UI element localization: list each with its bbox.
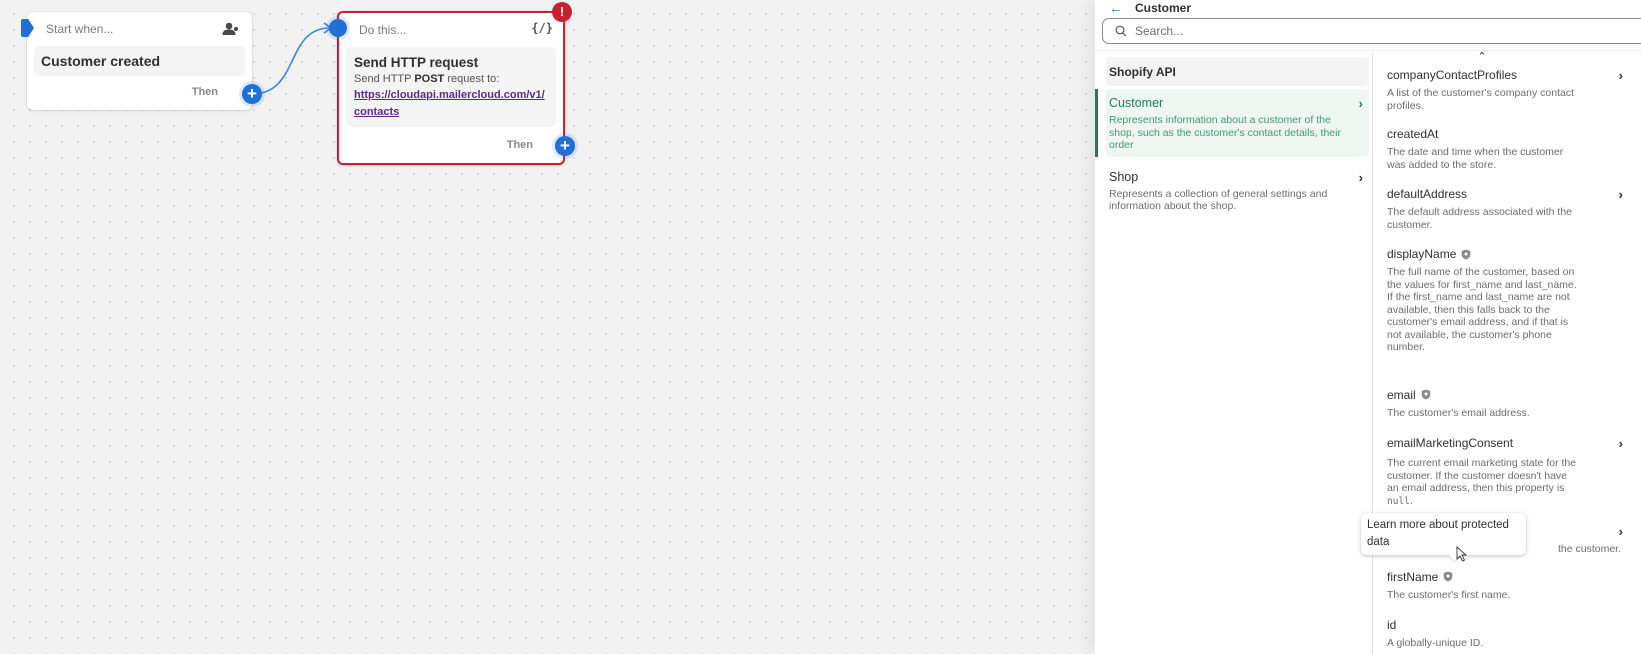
back-arrow-icon[interactable]: ← <box>1109 0 1131 16</box>
field-item[interactable]: createdAt The date and time when the cus… <box>1373 127 1641 171</box>
trigger-add-step-button[interactable]: + <box>242 84 262 104</box>
protected-shield-icon[interactable] <box>1443 571 1453 582</box>
protected-shield-icon[interactable] <box>1421 389 1431 400</box>
search-field[interactable] <box>1102 18 1641 44</box>
field-description: The default address associated with the … <box>1387 206 1573 231</box>
field-description: A list of the customer's company contact… <box>1387 87 1575 112</box>
field-item[interactable]: defaultAddress › The default address ass… <box>1373 187 1641 231</box>
field-name: displayName <box>1387 247 1457 261</box>
trigger-node[interactable]: Start when... Customer created Then <box>27 12 252 110</box>
field-description: The current email marketing state for th… <box>1387 457 1577 507</box>
action-add-step-button[interactable]: + <box>555 136 575 156</box>
action-node[interactable]: Do this... {/} Send HTTP request Send HT… <box>337 11 565 165</box>
object-list: Shopify API Customer Represents informat… <box>1095 51 1373 654</box>
code-braces-icon: {/} <box>531 21 553 35</box>
object-description: Represents a collection of general setti… <box>1109 187 1328 213</box>
object-item-shop[interactable]: Shop Represents a collection of general … <box>1106 163 1369 218</box>
object-name: Shop <box>1109 169 1139 184</box>
field-name: id <box>1387 618 1397 632</box>
trigger-title: Customer created <box>34 46 245 76</box>
object-item-customer[interactable]: Customer Represents information about a … <box>1095 89 1369 157</box>
protected-data-tooltip[interactable]: Learn more about protected data <box>1361 513 1526 555</box>
data-picker-panel: ← Customer Shopify API Customer Represen… <box>1095 0 1641 654</box>
panel-title: Customer <box>1135 1 1192 15</box>
search-icon <box>1115 25 1127 37</box>
field-description: The full name of the customer, based on … <box>1387 266 1577 353</box>
field-name: createdAt <box>1387 127 1439 141</box>
field-name: companyContactProfiles <box>1387 68 1518 82</box>
chevron-right-icon: › <box>1358 169 1363 185</box>
scroll-up-chevron-icon[interactable]: ⌃ <box>1373 51 1591 63</box>
chevron-right-icon: › <box>1358 96 1363 111</box>
http-method: POST <box>414 73 445 85</box>
trigger-then-label: Then <box>191 86 218 98</box>
action-then-label: Then <box>506 139 533 151</box>
error-badge[interactable]: ! <box>552 2 572 22</box>
field-name: defaultAddress <box>1387 187 1468 201</box>
search-input[interactable] <box>1135 24 1615 38</box>
action-header-label: Do this... <box>359 23 407 37</box>
api-header: Shopify API <box>1106 57 1369 86</box>
action-input-connector[interactable] <box>329 19 347 37</box>
field-item[interactable]: firstName The customer's first name. <box>1373 570 1641 602</box>
action-subtitle: Send HTTP POST request to: <box>354 73 500 85</box>
field-description: The customer's first name. <box>1387 588 1511 601</box>
chevron-right-icon: › <box>1618 187 1623 202</box>
field-item[interactable]: emailMarketingConsent › The current emai… <box>1373 436 1641 508</box>
customer-icon <box>222 22 238 35</box>
field-description: The customer's email address. <box>1387 406 1530 419</box>
field-description: A globally-unique ID. <box>1387 637 1484 649</box>
field-name: emailMarketingConsent <box>1387 436 1514 450</box>
object-name: Customer <box>1109 96 1164 110</box>
chevron-right-icon: › <box>1618 524 1623 539</box>
field-item[interactable]: email The customer's email address. <box>1373 388 1641 420</box>
field-name: email <box>1387 387 1416 402</box>
chevron-right-icon: › <box>1618 68 1623 83</box>
mouse-cursor-icon <box>1456 546 1468 562</box>
object-description: Represents information about a customer … <box>1109 114 1341 151</box>
field-name: firstName <box>1387 569 1439 584</box>
field-list[interactable]: ⌃ companyContactProfiles › A list of the… <box>1373 51 1641 654</box>
protected-shield-icon[interactable] <box>1461 249 1471 260</box>
field-description: The date and time when the customer was … <box>1387 146 1564 171</box>
action-title: Send HTTP request <box>354 55 479 70</box>
field-item[interactable]: displayName The full name of the custome… <box>1373 247 1641 354</box>
field-item[interactable]: companyContactProfiles › A list of the c… <box>1373 68 1641 112</box>
action-url-link[interactable]: https://cloudapi.mailercloud.com/v1/cont… <box>354 87 548 121</box>
chevron-right-icon: › <box>1618 436 1623 451</box>
field-item[interactable]: id A globally-unique ID. <box>1373 618 1641 650</box>
trigger-header-label: Start when... <box>46 22 114 36</box>
